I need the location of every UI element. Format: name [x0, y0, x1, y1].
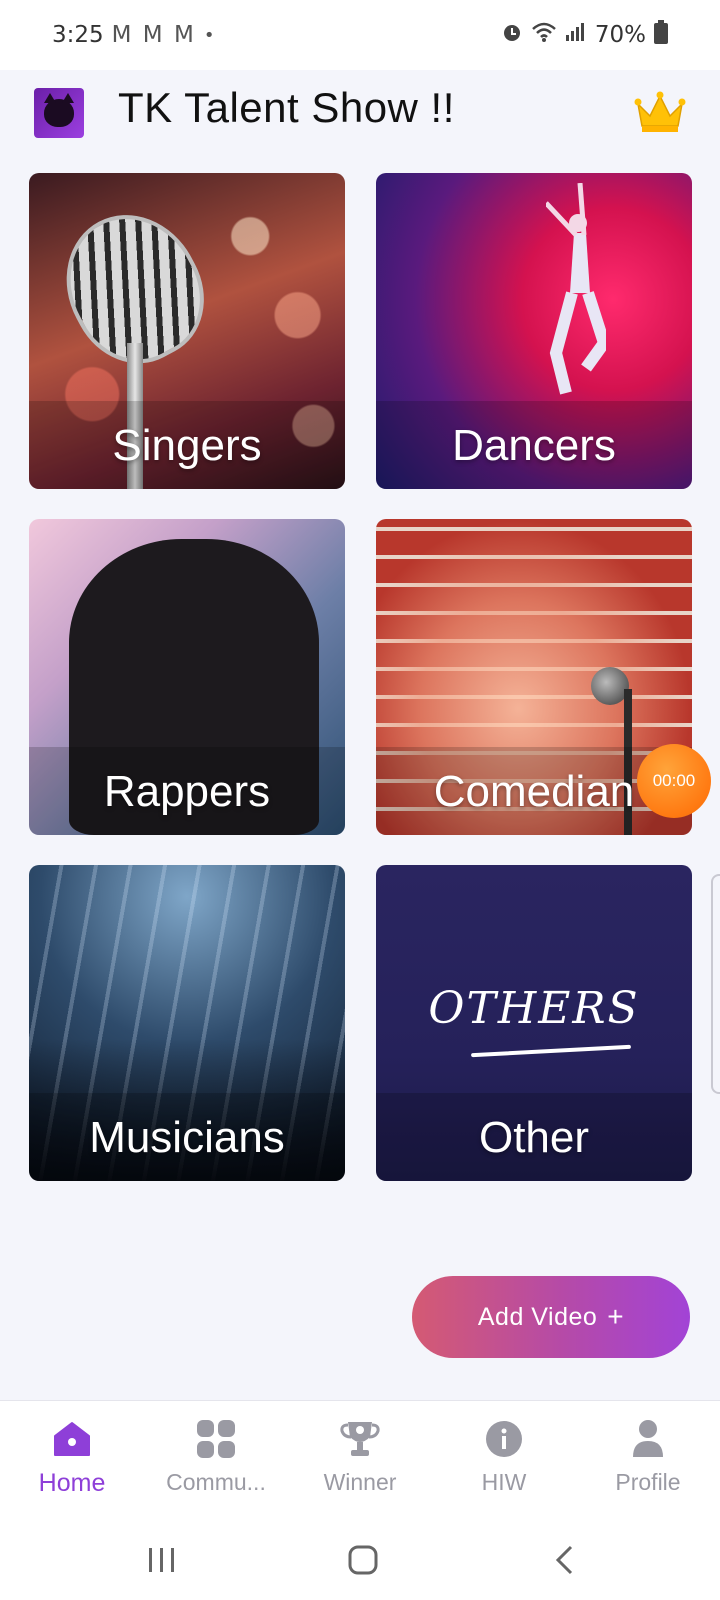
- nav-item-community[interactable]: Commu...: [144, 1419, 288, 1496]
- edge-panel-handle[interactable]: [711, 874, 720, 1094]
- category-label-other: Other: [478, 1113, 590, 1162]
- back-icon[interactable]: [540, 1540, 590, 1580]
- wifi-icon: [531, 21, 557, 49]
- others-art-text: OTHERS: [428, 983, 640, 1034]
- nav-label-hiw: HIW: [481, 1469, 527, 1495]
- nav-item-winner[interactable]: Winner: [288, 1419, 432, 1496]
- system-navigation-bar: [0, 1520, 720, 1600]
- person-icon: [628, 1419, 668, 1459]
- recent-apps-icon[interactable]: [137, 1540, 187, 1580]
- nav-item-home[interactable]: Home: [0, 1419, 144, 1498]
- signal-icon: [565, 21, 587, 49]
- nav-label-community: Commu...: [166, 1469, 266, 1495]
- info-icon: [484, 1419, 524, 1459]
- crown-icon[interactable]: [634, 90, 686, 134]
- add-video-label: Add Video: [477, 1302, 598, 1331]
- category-label-rappers: Rappers: [103, 767, 271, 816]
- nav-label-home: Home: [38, 1469, 106, 1497]
- battery-icon: [654, 20, 668, 50]
- status-right: 70%: [501, 20, 668, 50]
- notification-dot: •: [203, 24, 215, 46]
- category-tile-musicians[interactable]: Musicians: [29, 865, 345, 1181]
- bottom-navigation: Home Commu... Winner HIW Profile: [0, 1400, 720, 1520]
- add-video-button[interactable]: Add Video +: [412, 1276, 690, 1358]
- status-left: 3:25 M M M •: [52, 22, 214, 48]
- alarm-icon: [501, 21, 523, 49]
- home-button-icon[interactable]: [338, 1540, 388, 1580]
- tk-cat-logo-icon: [34, 88, 84, 138]
- status-time: 3:25: [52, 22, 104, 48]
- nav-label-profile: Profile: [615, 1469, 681, 1495]
- plus-icon: +: [607, 1301, 625, 1332]
- dancer-figure-image: [546, 183, 606, 395]
- app-header: TK Talent Show !!: [0, 70, 720, 170]
- nav-item-hiw[interactable]: HIW: [432, 1419, 576, 1496]
- category-label-musicians: Musicians: [89, 1113, 285, 1162]
- recording-timer: 00:00: [652, 771, 696, 790]
- trophy-icon: [340, 1419, 380, 1459]
- community-icon: [196, 1419, 236, 1459]
- battery-percent: 70%: [594, 22, 646, 48]
- nav-label-winner: Winner: [323, 1469, 397, 1495]
- others-underline: [471, 1044, 631, 1058]
- category-tile-dancers[interactable]: Dancers: [376, 173, 692, 489]
- nav-item-profile[interactable]: Profile: [576, 1419, 720, 1496]
- category-label-dancers: Dancers: [452, 421, 616, 470]
- home-icon: [52, 1419, 92, 1459]
- status-bar: 3:25 M M M • 70%: [0, 0, 720, 70]
- gmail-notification-icons: M M M: [111, 22, 196, 48]
- category-tile-singers[interactable]: Singers: [29, 173, 345, 489]
- app-title: TK Talent Show !!: [118, 84, 455, 131]
- category-tile-other[interactable]: OTHERS Other: [376, 865, 692, 1181]
- category-tile-rappers[interactable]: Rappers: [29, 519, 345, 835]
- screen-recorder-bubble[interactable]: 00:00: [637, 744, 711, 818]
- category-label-singers: Singers: [112, 421, 262, 470]
